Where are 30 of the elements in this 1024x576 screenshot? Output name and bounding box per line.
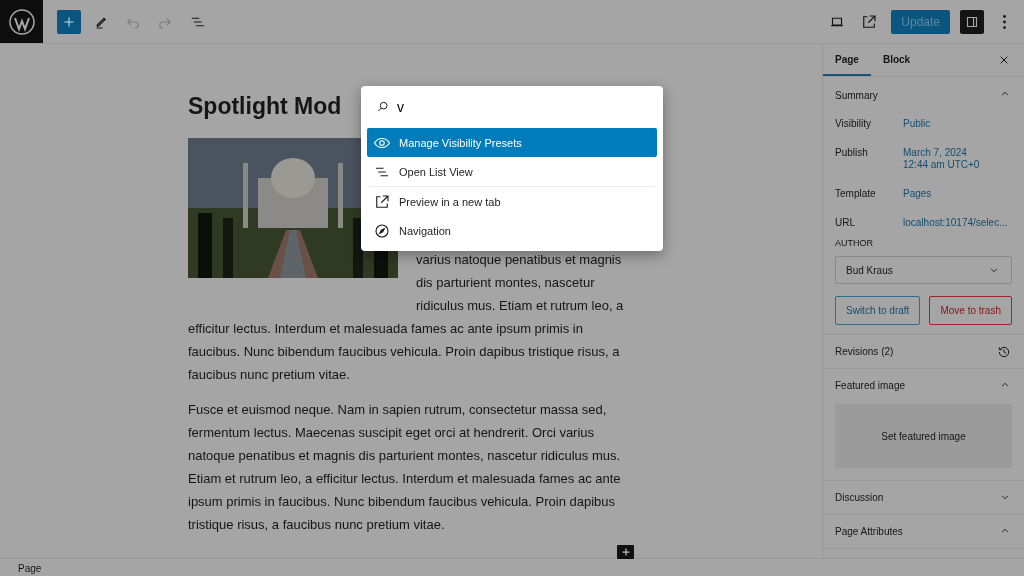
- field-link[interactable]: Pages: [903, 188, 932, 200]
- field-label: Template: [835, 188, 877, 200]
- paragraph-text: Fusce et euismod neque. Nam in sapien rutrum, consectetur massa sed, fermentum lectus. Maecenas suscipit eget orci at hendrerit. Orci varius natoque penatibus et magnis dis parturient montes, nascetur ridiculus mus. Etiam et rutrum leo, a efficitur lectus. Interdum et malesuada fames ac ante ipsum primis in faucibus. Nunc bibendum faucibus vehicula. Proin dapibus tristique risus, a faucibus nunc pretium vitae.: [188, 401, 622, 534]
- panel-title[interactable]: Page Attributes: [835, 526, 903, 537]
- paragraph-text: efficitur lectus. Interdum et malesuada fames ac ante ipsum primis in faucibus. Nunc bibendum faucibus vehicula. Proin dapibus tristique risus, a faucibus nunc pretium vitae.: [188, 320, 621, 384]
- draft-button[interactable]: Switch to draft: [835, 296, 921, 325]
- field-label: URL: [835, 217, 856, 229]
- command-item[interactable]: Open List View: [367, 157, 657, 186]
- featured-image-button[interactable]: Set featured image: [835, 404, 1012, 468]
- field-link[interactable]: March 7, 2024 12:44 am UTC+0: [903, 147, 980, 171]
- panel-title[interactable]: Featured image: [835, 380, 906, 391]
- post-title[interactable]: Spotlight Mod: [188, 88, 342, 124]
- sidebar-tab[interactable]: Page: [823, 44, 871, 76]
- panel-title[interactable]: Summary: [835, 89, 878, 101]
- command-item[interactable]: Navigation: [367, 216, 657, 245]
- field-link[interactable]: localhost:10174/selec...: [903, 217, 1008, 229]
- author-select[interactable]: Bud Kraus: [835, 256, 1012, 284]
- sidebar-tab[interactable]: Block: [870, 44, 923, 76]
- paragraph-text: varius natoque penatibus et magnis dis parturient montes, nascetur ridiculus mus. Etiam et rutrum leo, a: [416, 251, 625, 315]
- search-field[interactable]: v: [397, 99, 597, 115]
- command-item[interactable]: Manage Visibility Presets: [367, 128, 657, 157]
- field-label: Publish: [835, 147, 869, 160]
- breadcrumb[interactable]: Page: [18, 562, 42, 574]
- trash-button[interactable]: Move to trash: [929, 296, 1012, 325]
- panel-title[interactable]: Discussion: [835, 492, 884, 503]
- field-link[interactable]: Public: [903, 118, 931, 130]
- field-label: Visibility: [835, 118, 872, 130]
- command-item[interactable]: Preview in a new tab: [367, 187, 657, 216]
- author-label: AUTHOR: [835, 238, 874, 248]
- panel-title[interactable]: Revisions (2): [835, 346, 894, 357]
